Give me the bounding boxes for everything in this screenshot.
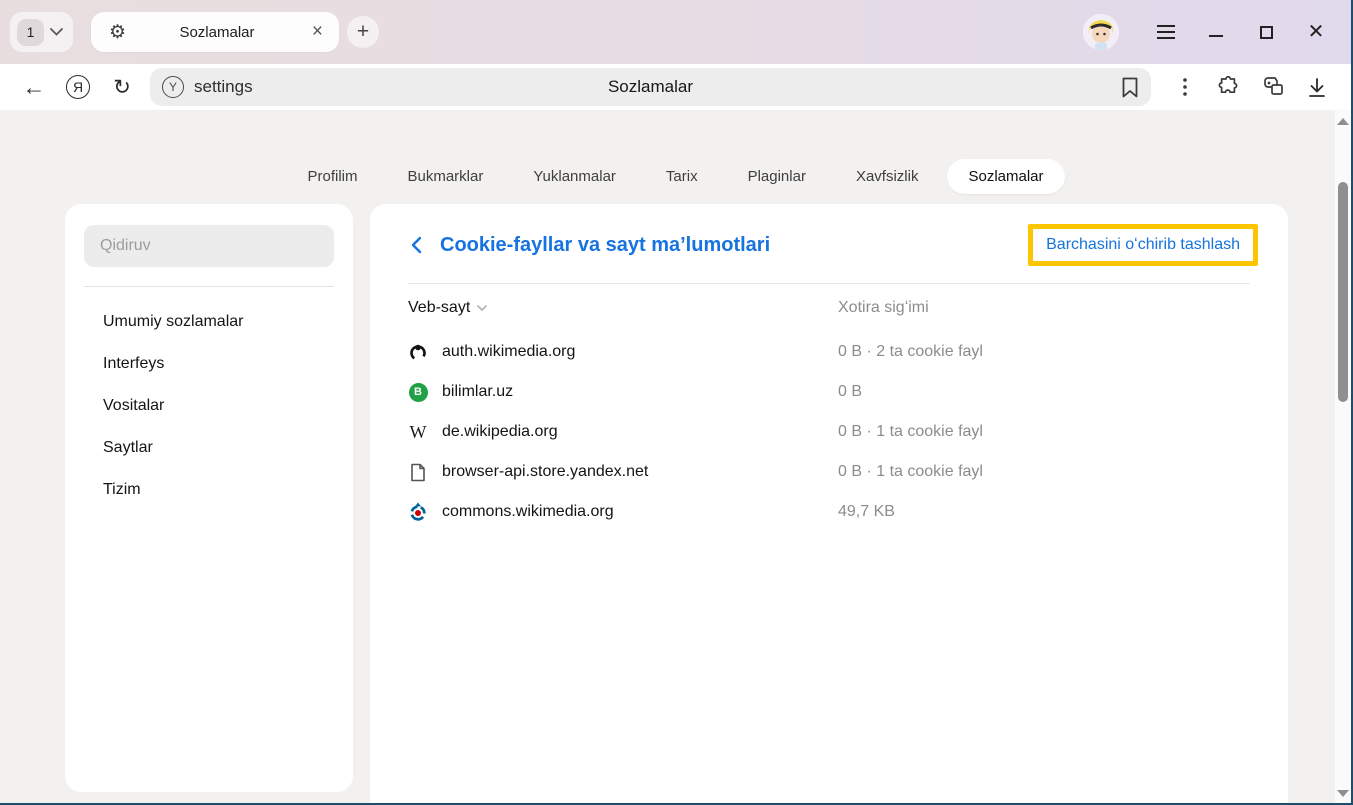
tab-title: Sozlamalar — [126, 24, 308, 41]
column-header-site[interactable]: Veb-sayt — [408, 299, 838, 317]
site-domain: commons.wikimedia.org — [442, 503, 614, 521]
tab-counter-button[interactable]: 1 — [10, 12, 73, 52]
table-row[interactable]: B bilimlar.uz 0 B — [408, 372, 1250, 412]
address-bar-page-title: Sozlamalar — [150, 77, 1151, 97]
reload-icon: ↻ — [113, 75, 131, 100]
maximize-button[interactable] — [1241, 10, 1291, 54]
column-header-size: Xotira sigʻimi — [838, 299, 929, 317]
download-icon — [1307, 77, 1327, 98]
reload-button[interactable]: ↻ — [100, 69, 144, 105]
avatar[interactable] — [1083, 14, 1119, 50]
site-domain: browser-api.store.yandex.net — [442, 463, 648, 481]
site-data-table: Veb-sayt Xotira sigʻimi — [370, 284, 1288, 532]
puzzle-icon — [1218, 76, 1240, 98]
sidebar-item-umumiy-sozlamalar[interactable]: Umumiy sozlamalar — [103, 301, 334, 343]
site-domain: auth.wikimedia.org — [442, 343, 575, 361]
site-settings-icon: Y — [162, 76, 184, 98]
delete-all-button[interactable]: Barchasini oʻchirib tashlash — [1046, 236, 1240, 253]
scroll-down-icon[interactable] — [1337, 790, 1349, 797]
extensions-button[interactable] — [1207, 69, 1251, 105]
back-chevron-icon[interactable] — [410, 236, 422, 254]
downloads-button[interactable] — [1295, 69, 1339, 105]
sidebar-items: Umumiy sozlamalar Interfeys Vositalar Sa… — [84, 287, 334, 511]
close-window-button[interactable]: ✕ — [1291, 10, 1341, 54]
nav-tab-xavfsizlik[interactable]: Xavfsizlik — [835, 159, 940, 194]
tab-sozlamalar[interactable]: ⚙ Sozlamalar × — [91, 12, 339, 52]
tab-count: 1 — [17, 19, 44, 46]
table-row[interactable]: W de.wikipedia.org 0 B · 1 ta cookie fay… — [408, 412, 1250, 452]
new-tab-button[interactable]: + — [347, 16, 379, 48]
site-domain: de.wikipedia.org — [442, 423, 558, 441]
page-icon — [408, 462, 428, 482]
tab-strip: 1 ⚙ Sozlamalar × + — [0, 0, 1351, 64]
back-arrow-icon: ← — [23, 74, 46, 101]
sidebar-item-vositalar[interactable]: Vositalar — [103, 385, 334, 427]
table-row[interactable]: browser-api.store.yandex.net 0 B · 1 ta … — [408, 452, 1250, 492]
yandex-logo-icon: Я — [66, 75, 90, 99]
sidebar-item-tizim[interactable]: Tizim — [103, 469, 334, 511]
maximize-icon — [1260, 26, 1273, 39]
back-button[interactable]: ← — [12, 69, 56, 105]
hamburger-icon — [1157, 25, 1175, 39]
site-size: 49,7 KB — [838, 503, 895, 521]
browser-window: 1 ⚙ Sozlamalar × + — [0, 0, 1353, 805]
scrollbar-thumb[interactable] — [1338, 182, 1348, 402]
table-header: Veb-sayt Xotira sigʻimi — [408, 284, 1250, 332]
yandex-home-button[interactable]: Я — [56, 69, 100, 105]
bookmark-icon[interactable] — [1121, 77, 1139, 98]
more-options-button[interactable] — [1163, 69, 1207, 105]
key-icon — [1261, 76, 1285, 98]
page-title: Cookie-fayllar va sayt ma’lumotlari — [440, 234, 770, 257]
cookies-panel: Cookie-fayllar va sayt ma’lumotlari Barc… — [370, 204, 1288, 805]
table-row[interactable]: auth.wikimedia.org 0 B · 2 ta cookie fay… — [408, 332, 1250, 372]
site-domain: bilimlar.uz — [442, 383, 513, 401]
nav-tab-sozlamalar[interactable]: Sozlamalar — [947, 159, 1064, 194]
url-text: settings — [194, 77, 253, 97]
nav-tab-yuklanmalar[interactable]: Yuklanmalar — [512, 159, 637, 194]
sidebar-item-interfeys[interactable]: Interfeys — [103, 343, 334, 385]
tab-close-icon[interactable]: × — [308, 21, 327, 43]
table-row[interactable]: commons.wikimedia.org 49,7 KB — [408, 492, 1250, 532]
minimize-icon — [1209, 35, 1223, 37]
commons-icon — [408, 502, 428, 522]
site-column-label: Veb-sayt — [408, 299, 470, 317]
password-manager-button[interactable] — [1251, 69, 1295, 105]
nav-tab-profilim[interactable]: Profilim — [286, 159, 378, 194]
minimize-button[interactable] — [1191, 10, 1241, 54]
content-cards: Umumiy sozlamalar Interfeys Vositalar Sa… — [0, 204, 1351, 805]
highlight-box: Barchasini oʻchirib tashlash — [1028, 224, 1258, 266]
bilimlar-icon: B — [408, 382, 428, 402]
page-scrollbar[interactable] — [1335, 110, 1351, 805]
settings-nav: Profilim Bukmarklar Yuklanmalar Tarix Pl… — [0, 110, 1351, 204]
nav-tab-bukmarklar[interactable]: Bukmarklar — [387, 159, 505, 194]
nav-tab-plaginlar[interactable]: Plaginlar — [727, 159, 827, 194]
close-icon: ✕ — [1308, 22, 1325, 42]
address-bar[interactable]: Y settings Sozlamalar — [150, 68, 1151, 106]
site-size: 0 B · 1 ta cookie fayl — [838, 423, 983, 441]
sort-chevron-icon — [477, 305, 487, 311]
scroll-up-icon[interactable] — [1337, 118, 1349, 125]
panel-header: Cookie-fayllar va sayt ma’lumotlari Barc… — [370, 204, 1288, 266]
nav-tab-tarix[interactable]: Tarix — [645, 159, 719, 194]
gear-icon: ⚙ — [109, 21, 126, 44]
chevron-down-icon — [50, 28, 63, 36]
site-size: 0 B · 2 ta cookie fayl — [838, 343, 983, 361]
settings-page: Profilim Bukmarklar Yuklanmalar Tarix Pl… — [0, 110, 1351, 805]
sidebar-item-saytlar[interactable]: Saytlar — [103, 427, 334, 469]
wikipedia-icon: W — [408, 422, 428, 442]
site-size: 0 B · 1 ta cookie fayl — [838, 463, 983, 481]
search-input[interactable] — [84, 225, 334, 267]
site-size: 0 B — [838, 383, 862, 401]
browser-menu-button[interactable] — [1141, 10, 1191, 54]
dots-vertical-icon — [1183, 78, 1187, 96]
toolbar: ← Я ↻ Y settings Sozlamalar — [0, 64, 1351, 110]
wikimedia-icon — [408, 342, 428, 362]
settings-sidebar: Umumiy sozlamalar Interfeys Vositalar Sa… — [65, 204, 353, 792]
